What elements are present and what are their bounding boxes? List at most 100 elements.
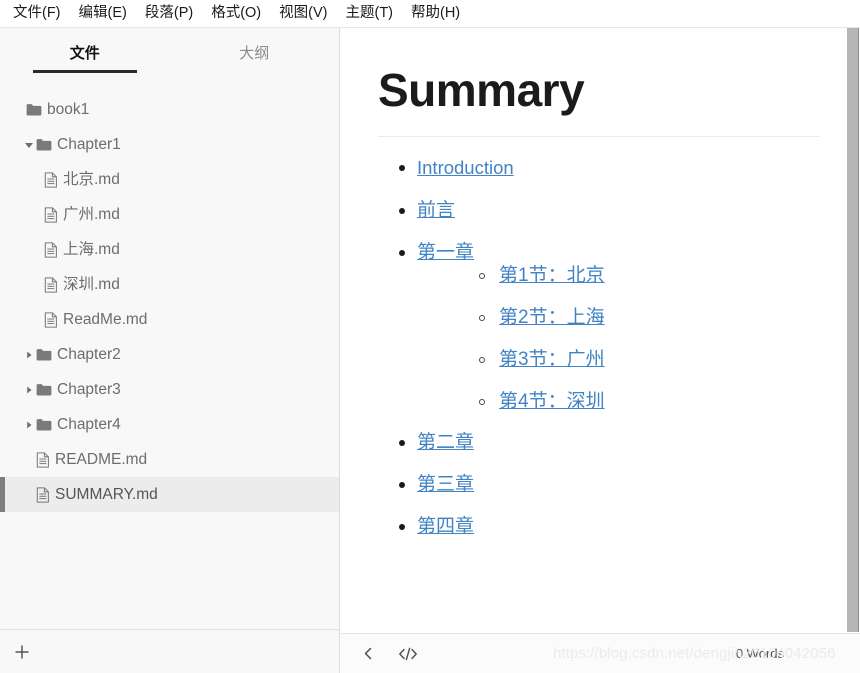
editor-scrollbar-track[interactable]: [847, 28, 860, 632]
summary-sublist-item: 第3节：广州: [458, 348, 820, 372]
summary-link[interactable]: 第二章: [417, 432, 474, 453]
tree-item-README-md[interactable]: README.md: [0, 442, 339, 477]
tab-files-underline: [32, 70, 137, 73]
tree-item-Chapter3[interactable]: Chapter3: [0, 372, 339, 407]
tree-item-label: SUMMARY.md: [55, 485, 158, 503]
summary-list-container: Introduction 前言 第一章 第1节：北京 第2节：上海 第3节：广州 第4节：深…: [378, 156, 820, 539]
tree-item-上海-md[interactable]: 上海.md: [0, 232, 339, 267]
bullet-icon: [399, 249, 405, 256]
summary-list-item: 前言: [378, 199, 820, 223]
summary-sublist-item: 第4节：深圳: [458, 390, 820, 414]
editor-scrollbar-thumb[interactable]: [847, 28, 859, 632]
tree-item-深圳-md[interactable]: 深圳.md: [0, 267, 339, 302]
tree-item-label: Chapter4: [57, 415, 121, 433]
tree-item-book1[interactable]: book1: [0, 92, 339, 127]
tree-item-Chapter2[interactable]: Chapter2: [0, 337, 339, 372]
summary-link[interactable]: 第4节：深圳: [499, 391, 605, 412]
summary-sublist-item: 第2节：上海: [458, 306, 820, 330]
bullet-icon: [399, 164, 405, 171]
summary-list: 前言 第一章 第1节：北京 第2节：上海 第3节：广州 第4节：深圳 第二章 第三章 第四章: [378, 199, 820, 539]
tree-item-Chapter4[interactable]: Chapter4: [0, 407, 339, 442]
chevron-right-icon[interactable]: [22, 350, 36, 360]
menu-bar: 文件(F) 编辑(E) 段落(P) 格式(O) 视图(V) 主题(T) 帮助(H…: [0, 0, 860, 28]
add-file-button[interactable]: [10, 640, 34, 664]
source-code-icon[interactable]: [395, 641, 421, 667]
menu-paragraph[interactable]: 段落(P): [136, 3, 202, 24]
tree-item-label: book1: [47, 100, 90, 118]
summary-link[interactable]: 第四章: [417, 516, 474, 537]
tree-item-label: 深圳.md: [63, 275, 120, 293]
chevron-down-icon[interactable]: [22, 140, 36, 150]
summary-list-item: 第一章 第1节：北京 第2节：上海 第3节：广州 第4节：深圳: [378, 241, 820, 414]
tab-files[interactable]: 文件: [0, 36, 170, 82]
menu-theme[interactable]: 主题(T): [336, 3, 402, 24]
tab-outline-label: 大纲: [239, 45, 270, 62]
bullet-circle-icon: [479, 356, 485, 363]
sidebar-footer: [0, 629, 339, 673]
page-title: Summary: [378, 64, 585, 116]
menu-edit[interactable]: 编辑(E): [70, 3, 136, 24]
folder-icon: [36, 383, 52, 397]
bullet-icon: [399, 207, 405, 214]
bullet-icon: [399, 482, 405, 489]
menu-format[interactable]: 格式(O): [202, 3, 270, 24]
menu-view[interactable]: 视图(V): [270, 3, 336, 24]
summary-link[interactable]: Introduction: [417, 157, 514, 178]
chevron-left-icon[interactable]: [355, 641, 381, 667]
summary-list-item: 第四章: [378, 515, 820, 539]
summary-sublist: 第1节：北京 第2节：上海 第3节：广州 第4节：深圳: [417, 264, 820, 413]
summary-link[interactable]: 第一章: [417, 242, 474, 263]
menu-file[interactable]: 文件(F): [4, 3, 70, 24]
title-divider: [378, 135, 820, 137]
summary-link[interactable]: 第3节：广州: [499, 349, 605, 370]
file-icon: [44, 171, 58, 188]
tree-item-SUMMARY-md[interactable]: SUMMARY.md: [0, 477, 339, 512]
status-bar: 0 Words: [341, 633, 860, 673]
bullet-icon: [399, 523, 405, 530]
bullet-circle-icon: [479, 273, 485, 280]
bullet-circle-icon: [479, 315, 485, 322]
tab-files-label: 文件: [69, 45, 100, 62]
file-icon: [44, 276, 58, 293]
tree-item-label: README.md: [55, 450, 148, 468]
folder-icon: [36, 418, 52, 432]
summary-link[interactable]: 第2节：上海: [499, 307, 605, 328]
bullet-circle-icon: [479, 398, 485, 405]
summary-list-item: 第三章: [378, 473, 820, 497]
chevron-right-icon[interactable]: [22, 385, 36, 395]
summary-link[interactable]: 第1节：北京: [499, 265, 605, 286]
tree-item-label: Chapter2: [57, 345, 121, 363]
tree-item-广州-md[interactable]: 广州.md: [0, 197, 339, 232]
summary-list-item: Introduction: [378, 156, 820, 180]
markdown-editor[interactable]: Summary Introduction 前言 第一章 第1节：北京 第2节：上海 第3节…: [341, 28, 860, 633]
tree-item-label: 上海.md: [63, 240, 120, 258]
editor-pane: Summary Introduction 前言 第一章 第1节：北京 第2节：上海 第3节…: [341, 28, 860, 673]
tree-item-ReadMe-md[interactable]: ReadMe.md: [0, 302, 339, 337]
file-icon: [36, 451, 50, 468]
summary-link[interactable]: 前言: [417, 200, 455, 221]
menu-help[interactable]: 帮助(H): [402, 3, 469, 24]
summary-sublist-item: 第1节：北京: [458, 264, 820, 288]
summary-link[interactable]: 第三章: [417, 474, 474, 495]
bullet-icon: [399, 440, 405, 447]
word-count[interactable]: 0 Words: [736, 646, 844, 661]
tree-item-label: ReadMe.md: [63, 310, 148, 328]
sidebar: 文件 大纲 book1 Chapter1 北京.md 广州.md 上海.md 深圳.md R…: [0, 28, 340, 673]
tab-outline[interactable]: 大纲: [170, 36, 340, 82]
file-icon: [36, 486, 50, 503]
folder-icon: [36, 348, 52, 362]
tree-item-北京-md[interactable]: 北京.md: [0, 162, 339, 197]
typora-window: 文件(F) 编辑(E) 段落(P) 格式(O) 视图(V) 主题(T) 帮助(H…: [0, 0, 860, 673]
chevron-right-icon[interactable]: [22, 420, 36, 430]
file-icon: [44, 241, 58, 258]
summary-list-item: 第二章: [378, 431, 820, 455]
summary-list: Introduction: [378, 156, 820, 180]
tree-item-label: Chapter1: [57, 135, 121, 153]
tree-item-label: 北京.md: [63, 170, 120, 188]
tree-item-label: Chapter3: [57, 380, 121, 398]
folder-icon: [26, 103, 42, 117]
tree-item-Chapter1[interactable]: Chapter1: [0, 127, 339, 162]
file-tree: book1 Chapter1 北京.md 广州.md 上海.md 深圳.md ReadMe.…: [0, 82, 339, 629]
tree-item-label: 广州.md: [63, 205, 120, 223]
file-icon: [44, 206, 58, 223]
